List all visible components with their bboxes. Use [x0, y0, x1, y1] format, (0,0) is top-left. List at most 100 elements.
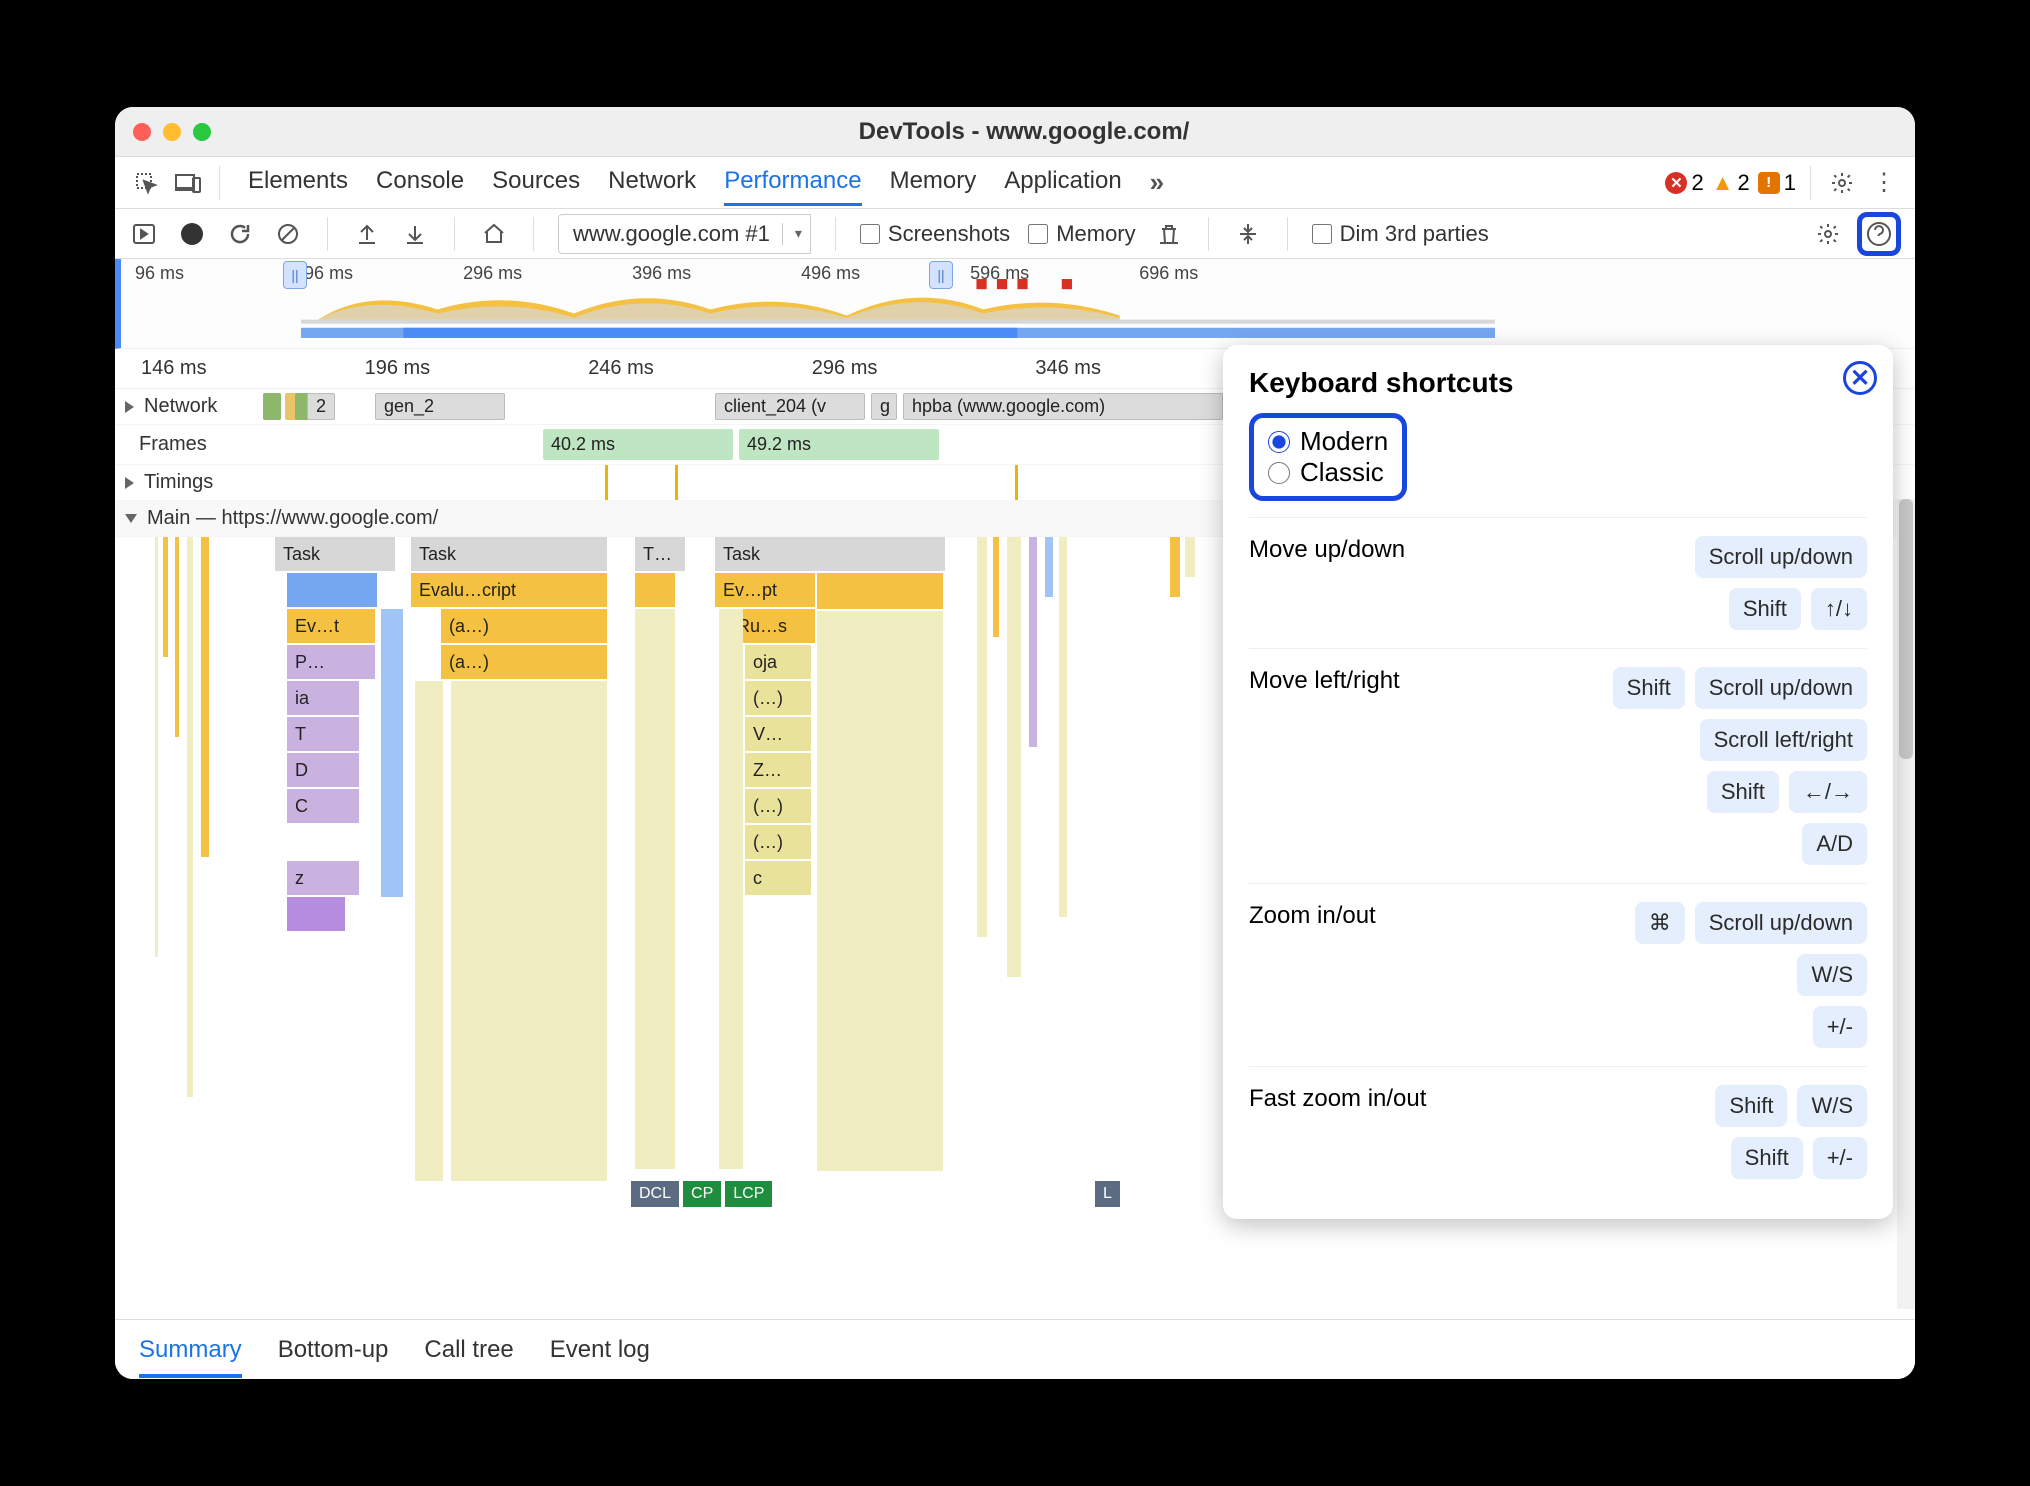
flame-cell[interactable]: z [287, 861, 359, 895]
flame-cell[interactable]: T… [635, 537, 685, 571]
flame-cell[interactable]: C [287, 789, 359, 823]
frames-track-label[interactable]: Frames [115, 425, 255, 464]
flame-cell[interactable]: c [745, 861, 811, 895]
reload-icon[interactable] [225, 219, 255, 249]
scrollbar-thumb[interactable] [1899, 499, 1913, 759]
flame-cell[interactable]: (…) [745, 681, 811, 715]
window-title: DevTools - www.google.com/ [211, 118, 1837, 146]
btab-bottomup[interactable]: Bottom-up [278, 1336, 389, 1364]
flame-cell[interactable] [635, 609, 675, 1169]
flame-cell[interactable]: Z… [745, 753, 811, 787]
memory-checkbox[interactable]: Memory [1028, 221, 1135, 247]
kebab-menu-icon[interactable]: ⋮ [1867, 166, 1901, 200]
window-titlebar: DevTools - www.google.com/ [115, 107, 1915, 157]
timeline-overview[interactable]: 96 ms 196 ms 296 ms 396 ms 496 ms 596 ms… [115, 259, 1915, 349]
help-icon[interactable] [1864, 219, 1894, 249]
flame-cell[interactable] [817, 573, 943, 609]
minimize-icon[interactable] [163, 123, 181, 141]
btab-summary[interactable]: Summary [139, 1336, 242, 1364]
radio-modern[interactable]: Modern [1268, 426, 1388, 457]
screenshots-checkbox[interactable]: Screenshots [860, 221, 1010, 247]
device-toolbar-icon[interactable] [171, 166, 205, 200]
clear-icon[interactable] [273, 219, 303, 249]
performance-toolbar: www.google.com #1 Screenshots Memory Dim… [115, 209, 1915, 259]
flame-cell[interactable]: oja [745, 645, 811, 679]
record-button[interactable] [177, 219, 207, 249]
overview-tick: 96 ms [135, 263, 184, 284]
tab-sources[interactable]: Sources [492, 167, 580, 198]
load-marker[interactable]: L [1095, 1181, 1120, 1207]
flame-cell[interactable]: P… [287, 645, 375, 679]
shortcut-label: Zoom in/out [1249, 902, 1376, 930]
more-tabs-icon[interactable]: » [1150, 167, 1164, 198]
tab-performance[interactable]: Performance [724, 167, 861, 206]
close-icon[interactable]: ✕ [1843, 361, 1877, 395]
help-button-highlight [1857, 212, 1901, 256]
tab-memory[interactable]: Memory [890, 167, 977, 198]
upload-icon[interactable] [352, 219, 382, 249]
key-chip: Scroll up/down [1695, 902, 1867, 944]
flame-sliver [1045, 537, 1053, 597]
toggle-drawer-icon[interactable] [129, 219, 159, 249]
lcp-marker[interactable]: LCP [725, 1181, 772, 1207]
flame-cell[interactable]: V… [745, 717, 811, 751]
btab-calltree[interactable]: Call tree [424, 1336, 513, 1364]
flame-cell[interactable]: D [287, 753, 359, 787]
timing-mark [605, 465, 608, 500]
flame-cell[interactable] [719, 609, 743, 1169]
download-icon[interactable] [400, 219, 430, 249]
frame-bar[interactable]: 49.2 ms [739, 429, 939, 460]
flame-cell[interactable] [381, 609, 403, 897]
collapse-icon[interactable] [1233, 219, 1263, 249]
network-bar[interactable] [263, 393, 281, 420]
flame-cell[interactable]: T [287, 717, 359, 751]
flame-cell[interactable]: (…) [745, 825, 811, 859]
tab-application[interactable]: Application [1004, 167, 1121, 198]
tab-elements[interactable]: Elements [248, 167, 348, 198]
flame-cell[interactable]: Ev…t [287, 609, 375, 643]
flame-sliver [1007, 537, 1021, 977]
dim-3rd-parties-checkbox[interactable]: Dim 3rd parties [1312, 221, 1489, 247]
network-bar[interactable]: 2 [307, 393, 335, 420]
recording-select[interactable]: www.google.com #1 [558, 214, 811, 254]
btab-eventlog[interactable]: Event log [550, 1336, 650, 1364]
key-chip: Shift [1729, 588, 1801, 630]
close-icon[interactable] [133, 123, 151, 141]
warning-count[interactable]: ▲2 [1712, 170, 1750, 196]
network-bar[interactable]: gen_2 [375, 393, 505, 420]
timing-mark [1015, 465, 1018, 500]
maximize-icon[interactable] [193, 123, 211, 141]
vertical-scrollbar[interactable] [1897, 499, 1915, 1309]
flame-cell[interactable]: (…) [745, 789, 811, 823]
network-track-label[interactable]: Network [115, 389, 255, 424]
error-count[interactable]: ✕2 [1665, 170, 1703, 196]
flame-cell[interactable] [287, 897, 345, 931]
network-bar[interactable]: client_204 (v [715, 393, 865, 420]
issue-count[interactable]: !1 [1758, 170, 1796, 196]
settings-icon[interactable] [1825, 166, 1859, 200]
radio-classic[interactable]: Classic [1268, 457, 1388, 488]
flame-cell[interactable] [817, 611, 943, 1171]
tab-network[interactable]: Network [608, 167, 696, 198]
gc-icon[interactable] [1154, 219, 1184, 249]
cp-marker[interactable]: CP [683, 1181, 721, 1207]
shortcut-keys: ⌘Scroll up/downW/S+/- [1635, 902, 1867, 1048]
network-bar[interactable]: hpba (www.google.com) [903, 393, 1223, 420]
dcl-marker[interactable]: DCL [631, 1181, 679, 1207]
timings-track-label[interactable]: Timings [115, 465, 255, 500]
timeline-markers: DCL CP LCP [631, 1181, 772, 1207]
panel-settings-icon[interactable] [1813, 219, 1843, 249]
flame-sliver [201, 537, 209, 857]
flame-cell[interactable] [451, 681, 607, 1181]
main-label-text: Main — https://www.google.com/ [147, 507, 438, 530]
flame-sliver [155, 537, 158, 957]
flame-cell[interactable] [635, 573, 675, 607]
flame-cell[interactable] [415, 681, 443, 1181]
network-bar[interactable]: g [871, 393, 897, 420]
inspect-icon[interactable] [129, 166, 163, 200]
key-chip: Scroll up/down [1695, 536, 1867, 578]
tab-console[interactable]: Console [376, 167, 464, 198]
home-icon[interactable] [479, 219, 509, 249]
frame-bar[interactable]: 40.2 ms [543, 429, 733, 460]
flame-cell[interactable]: ia [287, 681, 359, 715]
